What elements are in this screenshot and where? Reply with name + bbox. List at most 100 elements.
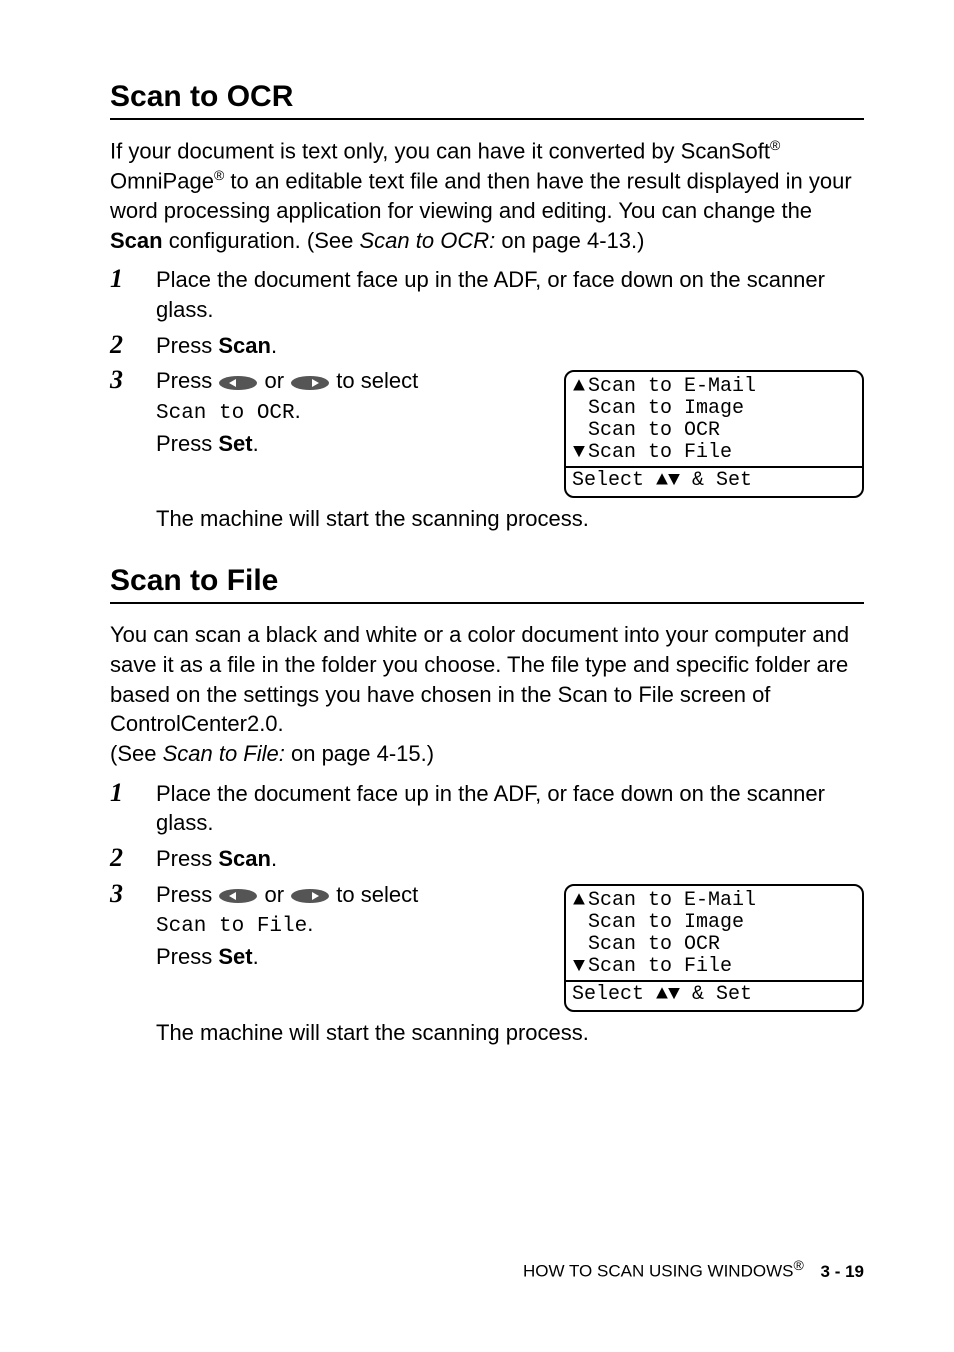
up-arrow-icon: ▲ [572, 376, 586, 398]
step3-file-row: Press or to select Scan to File. [156, 880, 864, 1012]
lcd-line-4-file-text: Scan to File [588, 956, 732, 978]
lcd-status-line-file: Select ▲▼ & Set [566, 980, 862, 1010]
step-body-2-file: Press Scan. [156, 844, 864, 874]
step-body-1: Place the document face up in the ADF, o… [156, 265, 864, 324]
page-number: 3 - 19 [821, 1262, 864, 1281]
step3-file-text-d: . [253, 944, 259, 969]
step3-file-target-mono: Scan to File [156, 915, 307, 938]
lcd-menu-file: ▲Scan to E-Mail Scan to Image Scan to OC… [566, 886, 862, 980]
lcd-line-2-text: Scan to Image [588, 398, 744, 420]
step3-set-bold: Set [218, 431, 252, 456]
step2-text-a: Press [156, 333, 218, 358]
step2-file-text-a: Press [156, 846, 218, 871]
lcd-line-3-file-text: Scan to OCR [588, 934, 720, 956]
step-body-3-file: Press or to select Scan to File. [156, 880, 544, 972]
lcd-line-4-file: ▼Scan to File [572, 956, 856, 978]
step3-file-press: Press [156, 944, 218, 969]
see-ref-file: Scan to File: [163, 741, 285, 766]
heading-scan-to-ocr: Scan to OCR [110, 80, 864, 120]
lcd-display-ocr: ▲Scan to E-Mail Scan to Image Scan to OC… [564, 370, 864, 498]
step3-target-mono: Scan to OCR [156, 402, 295, 425]
lcd-line-3-text: Scan to OCR [588, 420, 720, 442]
intro-file-see-a: (See [110, 741, 163, 766]
step3-file-or: or [264, 882, 290, 907]
lcd-status-file-a: Select [572, 983, 656, 1006]
step-number-1-file: 1 [110, 779, 156, 838]
step3-text-c: . [295, 398, 301, 423]
lcd-menu: ▲Scan to E-Mail Scan to Image Scan to OC… [566, 372, 862, 466]
step-body-3: Press or to select Scan to OCR. [156, 366, 544, 458]
step-number-2-file: 2 [110, 844, 156, 874]
up-arrow-icon: ▲ [656, 469, 668, 492]
up-arrow-icon: ▲ [572, 890, 586, 912]
step-number-1: 1 [110, 265, 156, 324]
down-arrow-icon: ▼ [572, 442, 586, 464]
lcd-line-1-text: Scan to E-Mail [588, 376, 756, 398]
left-arrow-key-icon [218, 375, 258, 391]
step3-file-set-bold: Set [218, 944, 252, 969]
intro-scan-to-file: You can scan a black and white or a colo… [110, 620, 864, 768]
step-body-1-file: Place the document face up in the ADF, o… [156, 779, 864, 838]
lcd-line-4: ▼Scan to File [572, 442, 856, 464]
step3-text-a: Press [156, 368, 218, 393]
lcd-line-2: Scan to Image [572, 398, 856, 420]
footer-text: HOW TO SCAN USING WINDOWS [523, 1262, 793, 1281]
lcd-line-1-file-text: Scan to E-Mail [588, 890, 756, 912]
right-arrow-key-icon [290, 375, 330, 391]
heading-scan-to-file: Scan to File [110, 564, 864, 604]
step2-text-b: . [271, 333, 277, 358]
registered-symbol: ® [770, 137, 780, 153]
down-arrow-icon: ▼ [668, 469, 680, 492]
lcd-status-a: Select [572, 469, 656, 492]
step3-row: Press or to select Scan to OCR. [156, 366, 864, 498]
step3-or: or [264, 368, 290, 393]
lcd-line-1-file: ▲Scan to E-Mail [572, 890, 856, 912]
down-arrow-icon: ▼ [572, 956, 586, 978]
lcd-blank-arrow [572, 420, 586, 442]
step3-after: The machine will start the scanning proc… [156, 504, 864, 534]
scan-bold: Scan [110, 228, 163, 253]
lcd-blank-arrow [572, 912, 586, 934]
steps-file: 1 Place the document face up in the ADF,… [110, 779, 864, 1048]
lcd-line-1: ▲Scan to E-Mail [572, 376, 856, 398]
step3-file-text-a: Press [156, 882, 218, 907]
intro-text-part2: OmniPage [110, 168, 214, 193]
step2-file-scan-bold: Scan [218, 846, 271, 871]
lcd-display-file: ▲Scan to E-Mail Scan to Image Scan to OC… [564, 884, 864, 1012]
step-number-3-file: 3 [110, 880, 156, 1012]
step-body-2: Press Scan. [156, 331, 864, 361]
step-number-2: 2 [110, 331, 156, 361]
intro-scan-to-ocr: If your document is text only, you can h… [110, 136, 864, 255]
step-number-3: 3 [110, 366, 156, 498]
left-arrow-key-icon [218, 888, 258, 904]
lcd-blank-arrow [572, 398, 586, 420]
intro-text-part1: If your document is text only, you can h… [110, 138, 770, 163]
up-arrow-icon: ▲ [656, 983, 668, 1006]
intro-text-part5: on page 4-13.) [495, 228, 644, 253]
intro-file-see-b: on page 4-15.) [285, 741, 434, 766]
lcd-status-b: & Set [680, 469, 752, 492]
right-arrow-key-icon [290, 888, 330, 904]
intro-text-part4: configuration. (See [163, 228, 360, 253]
lcd-blank-arrow [572, 934, 586, 956]
step3-press: Press [156, 431, 218, 456]
lcd-line-4-text: Scan to File [588, 442, 732, 464]
intro-file-text: You can scan a black and white or a colo… [110, 622, 849, 736]
lcd-line-2-file-text: Scan to Image [588, 912, 744, 934]
step3-file-after: The machine will start the scanning proc… [156, 1018, 864, 1048]
step3-file-text-b: to select [336, 882, 418, 907]
registered-symbol: ® [214, 167, 224, 183]
lcd-line-2-file: Scan to Image [572, 912, 856, 934]
step3-text-d: . [253, 431, 259, 456]
steps-ocr: 1 Place the document face up in the ADF,… [110, 265, 864, 534]
lcd-status-file-b: & Set [680, 983, 752, 1006]
step3-file-text-c: . [307, 911, 313, 936]
step3-text-b: to select [336, 368, 418, 393]
down-arrow-icon: ▼ [668, 983, 680, 1006]
page-container: Scan to OCR If your document is text onl… [0, 0, 954, 1352]
see-ref-ocr: Scan to OCR: [360, 228, 496, 253]
lcd-line-3-file: Scan to OCR [572, 934, 856, 956]
registered-symbol: ® [793, 1257, 803, 1273]
step2-file-text-b: . [271, 846, 277, 871]
lcd-line-3: Scan to OCR [572, 420, 856, 442]
